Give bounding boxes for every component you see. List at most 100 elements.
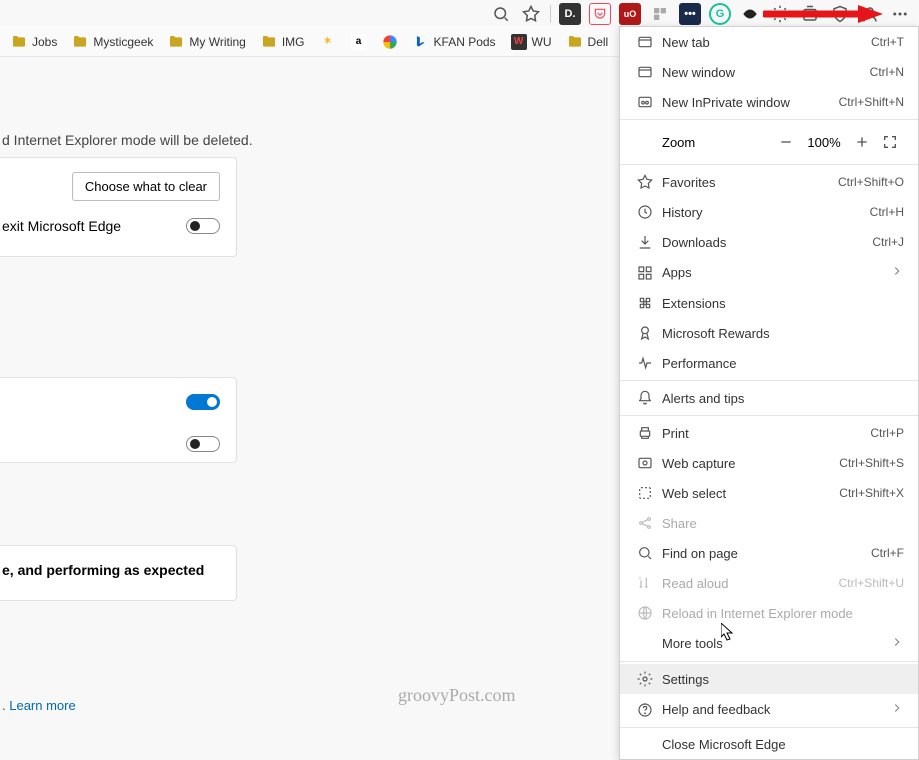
help-icon bbox=[634, 702, 656, 718]
menu-item-new-window[interactable]: New windowCtrl+N bbox=[620, 57, 918, 87]
bookmark-img[interactable]: IMG bbox=[256, 31, 310, 53]
bell-icon bbox=[634, 390, 656, 406]
menu-item-label: New window bbox=[656, 65, 870, 80]
tab-icon bbox=[634, 34, 656, 50]
extension-swoosh-icon[interactable] bbox=[739, 3, 761, 25]
bookmark-google-photos[interactable] bbox=[377, 31, 403, 53]
find-icon bbox=[634, 545, 656, 561]
menu-separator bbox=[620, 415, 918, 416]
zoom-in-button[interactable] bbox=[848, 129, 876, 155]
menu-item-extensions[interactable]: Extensions bbox=[620, 288, 918, 318]
menu-item-read-aloud: A Read aloudCtrl+Shift+U bbox=[620, 568, 918, 598]
menu-item-help-and-feedback[interactable]: Help and feedback bbox=[620, 694, 918, 725]
learn-more-link[interactable]: Learn more bbox=[9, 698, 75, 713]
zoom-value: 100% bbox=[800, 135, 848, 150]
menu-item-web-select[interactable]: Web selectCtrl+Shift+X bbox=[620, 478, 918, 508]
menu-separator bbox=[620, 119, 918, 120]
menu-item-label: New InPrivate window bbox=[656, 95, 839, 110]
bookmark-walmart[interactable]: ✶ bbox=[315, 31, 341, 53]
menu-item-more-tools[interactable]: More tools bbox=[620, 628, 918, 659]
menu-item-label: Downloads bbox=[656, 235, 872, 250]
bookmark-kfan-pods[interactable]: KFAN Pods bbox=[408, 31, 501, 53]
menu-item-microsoft-rewards[interactable]: Microsoft Rewards bbox=[620, 318, 918, 348]
wu-icon: W bbox=[511, 34, 527, 50]
edge-main-menu: New tabCtrl+TNew windowCtrl+NNew InPriva… bbox=[619, 26, 919, 760]
menu-shortcut: Ctrl+Shift+O bbox=[838, 175, 904, 189]
settings-gear-icon[interactable] bbox=[769, 3, 791, 25]
toolbar: D. uO ••• G bbox=[482, 0, 919, 27]
extension-d-icon[interactable]: D. bbox=[559, 3, 581, 25]
search-icon[interactable] bbox=[490, 3, 512, 25]
collections-icon[interactable] bbox=[799, 3, 821, 25]
extension-grey-icon[interactable] bbox=[649, 3, 671, 25]
menu-item-settings[interactable]: Settings bbox=[620, 664, 918, 694]
ublock-icon[interactable]: uO bbox=[619, 3, 641, 25]
exit-edge-label: exit Microsoft Edge bbox=[2, 218, 121, 234]
menu-item-performance[interactable]: Performance bbox=[620, 348, 918, 378]
services-toggle-off[interactable] bbox=[186, 436, 220, 452]
menu-separator bbox=[620, 380, 918, 381]
bookmark-label: Jobs bbox=[32, 35, 57, 49]
exit-edge-toggle[interactable] bbox=[186, 218, 220, 234]
menu-item-apps[interactable]: Apps bbox=[620, 257, 918, 288]
capture-icon bbox=[634, 455, 656, 471]
menu-item-label: Performance bbox=[656, 356, 904, 371]
fullscreen-button[interactable] bbox=[876, 129, 904, 155]
bookmark-wu[interactable]: W WU bbox=[506, 31, 557, 53]
browser-essentials-icon[interactable] bbox=[829, 3, 851, 25]
readaloud-icon: A bbox=[634, 575, 656, 591]
amazon-icon: a bbox=[351, 34, 367, 50]
grammarly-icon[interactable]: G bbox=[709, 3, 731, 25]
gear-icon bbox=[634, 671, 656, 687]
more-menu-icon[interactable] bbox=[889, 3, 911, 25]
choose-what-to-clear-button[interactable]: Choose what to clear bbox=[72, 172, 220, 201]
menu-item-label: New tab bbox=[656, 35, 871, 50]
rewards-icon bbox=[634, 325, 656, 341]
lastpass-icon[interactable]: ••• bbox=[679, 3, 701, 25]
menu-shortcut: Ctrl+Shift+U bbox=[839, 576, 904, 590]
walmart-icon: ✶ bbox=[320, 34, 336, 50]
menu-item-new-inprivate-window[interactable]: New InPrivate windowCtrl+Shift+N bbox=[620, 87, 918, 117]
menu-shortcut: Ctrl+J bbox=[872, 235, 904, 249]
watermark: groovyPost.com bbox=[398, 685, 516, 706]
menu-item-favorites[interactable]: FavoritesCtrl+Shift+O bbox=[620, 167, 918, 197]
menu-item-label: Web select bbox=[656, 486, 839, 501]
menu-item-label: More tools bbox=[656, 636, 890, 651]
menu-item-label: Print bbox=[656, 426, 870, 441]
bookmark-my-writing[interactable]: My Writing bbox=[163, 31, 250, 53]
menu-item-label: Find on page bbox=[656, 546, 871, 561]
menu-item-label: Read aloud bbox=[656, 576, 839, 591]
menu-item-new-tab[interactable]: New tabCtrl+T bbox=[620, 27, 918, 57]
bookmark-jobs[interactable]: Jobs bbox=[6, 31, 62, 53]
services-toggle-on[interactable] bbox=[186, 394, 220, 410]
menu-item-history[interactable]: HistoryCtrl+H bbox=[620, 197, 918, 227]
bookmark-label: KFAN Pods bbox=[434, 35, 496, 49]
menu-item-close-microsoft-edge[interactable]: Close Microsoft Edge bbox=[620, 730, 918, 759]
menu-item-label: Reload in Internet Explorer mode bbox=[656, 606, 904, 621]
ie-icon bbox=[634, 605, 656, 621]
profile-icon[interactable] bbox=[859, 3, 881, 25]
print-icon bbox=[634, 425, 656, 441]
bookmark-amazon[interactable]: a bbox=[346, 31, 372, 53]
svg-text:A: A bbox=[638, 576, 642, 581]
performing-card: e, and performing as expected bbox=[0, 545, 237, 601]
favorites-star-icon[interactable] bbox=[520, 3, 542, 25]
menu-item-web-capture[interactable]: Web captureCtrl+Shift+S bbox=[620, 448, 918, 478]
share-icon bbox=[634, 515, 656, 531]
menu-item-print[interactable]: PrintCtrl+P bbox=[620, 418, 918, 448]
menu-item-find-on-page[interactable]: Find on pageCtrl+F bbox=[620, 538, 918, 568]
menu-item-label: Help and feedback bbox=[656, 702, 890, 717]
services-card bbox=[0, 377, 237, 463]
zoom-out-button[interactable] bbox=[772, 129, 800, 155]
bookmark-mysticgeek[interactable]: Mysticgeek bbox=[67, 31, 158, 53]
bookmark-label: WU bbox=[532, 35, 552, 49]
chevron-right-icon bbox=[890, 635, 904, 652]
menu-item-label: Extensions bbox=[656, 296, 904, 311]
pocket-icon[interactable] bbox=[589, 3, 611, 25]
bookmark-dell[interactable]: Dell bbox=[562, 31, 614, 53]
divider bbox=[550, 5, 551, 23]
menu-shortcut: Ctrl+Shift+S bbox=[839, 456, 904, 470]
menu-shortcut: Ctrl+N bbox=[870, 65, 904, 79]
menu-item-alerts-and-tips[interactable]: Alerts and tips bbox=[620, 383, 918, 413]
menu-item-downloads[interactable]: DownloadsCtrl+J bbox=[620, 227, 918, 257]
